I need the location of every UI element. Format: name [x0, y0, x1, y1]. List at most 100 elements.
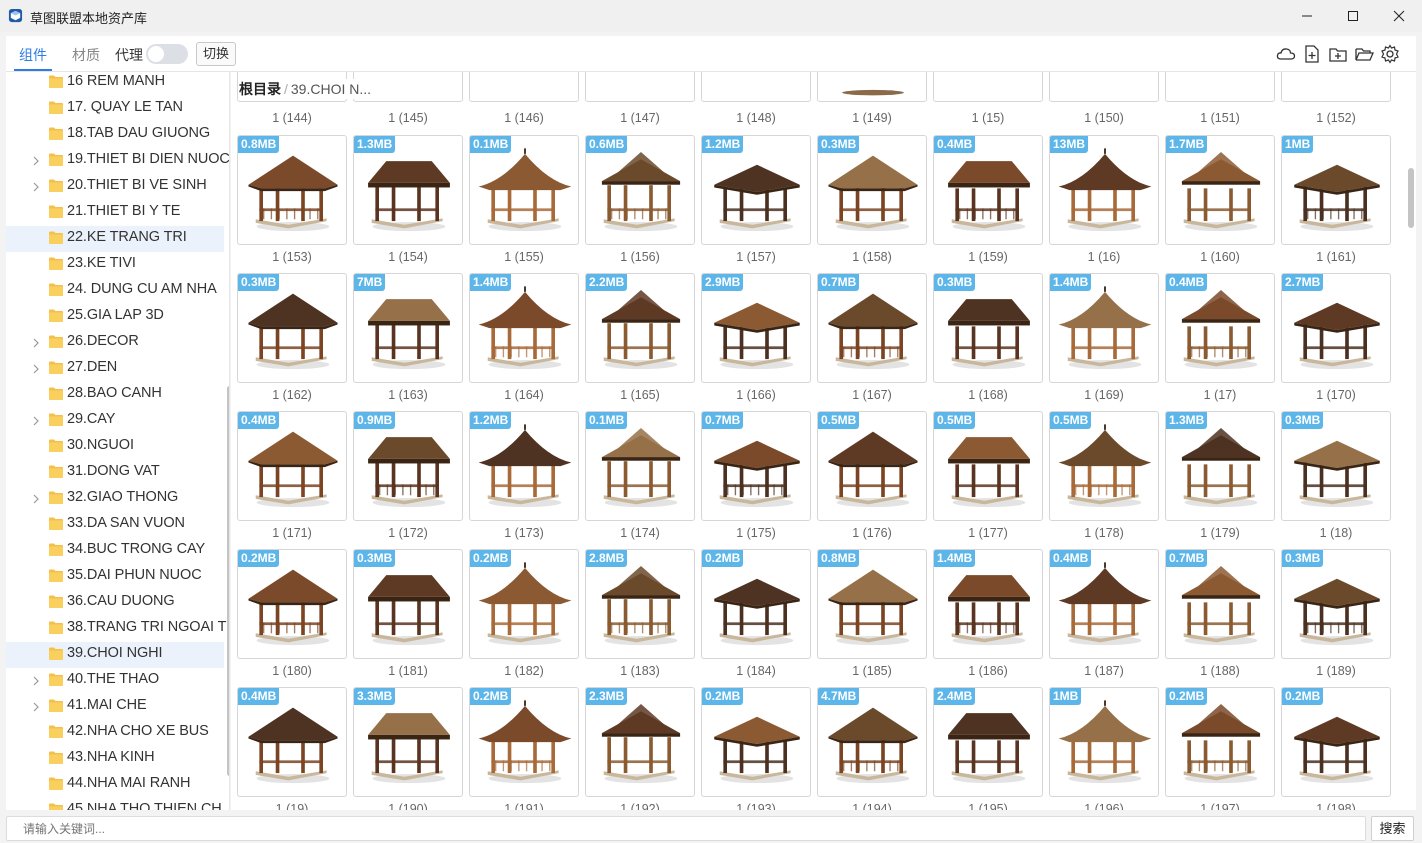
tree-item[interactable]: 42.NHA CHO XE BUS [6, 720, 224, 746]
asset-card[interactable] [1165, 72, 1275, 102]
asset-card[interactable]: 13MB [1049, 135, 1159, 245]
asset-card[interactable]: 1MB [1281, 135, 1391, 245]
tree-item[interactable]: 22.KE TRANG TRI [6, 226, 224, 252]
new-file-button[interactable] [1302, 44, 1322, 64]
asset-card[interactable]: 2.8MB [585, 549, 695, 659]
search-button[interactable]: 搜索 [1371, 816, 1414, 841]
chevron-right-icon[interactable] [32, 702, 40, 712]
tree-item[interactable]: 18.TAB DAU GIUONG [6, 122, 224, 148]
tree-item[interactable]: 27.DEN [6, 356, 224, 382]
asset-card[interactable]: 0.8MB [237, 135, 347, 245]
asset-card[interactable]: 1.4MB [933, 549, 1043, 659]
asset-card[interactable] [933, 72, 1043, 102]
asset-card[interactable]: 0.4MB [1049, 549, 1159, 659]
asset-card[interactable]: 0.5MB [817, 411, 927, 521]
tree-item[interactable]: 45.NHA THO THIEN CH [6, 798, 224, 810]
chevron-right-icon[interactable] [32, 494, 40, 504]
open-folder-button[interactable] [1354, 44, 1374, 64]
chevron-right-icon[interactable] [32, 416, 40, 426]
asset-card[interactable]: 2.2MB [585, 273, 695, 383]
asset-card[interactable] [585, 72, 695, 102]
chevron-right-icon[interactable] [32, 156, 40, 166]
asset-card[interactable]: 0.2MB [701, 549, 811, 659]
asset-card[interactable]: 0.6MB [585, 135, 695, 245]
tree-item[interactable]: 17. QUAY LE TAN [6, 96, 224, 122]
close-button[interactable] [1376, 0, 1422, 32]
asset-card[interactable]: 0.2MB [237, 549, 347, 659]
asset-card[interactable]: 0.4MB [237, 411, 347, 521]
switch-button[interactable]: 切换 [196, 42, 236, 66]
asset-card[interactable]: 2.9MB [701, 273, 811, 383]
asset-card[interactable] [701, 72, 811, 102]
asset-card[interactable]: 1.3MB [1165, 411, 1275, 521]
minimize-button[interactable] [1284, 0, 1330, 32]
asset-card[interactable]: 1.2MB [469, 411, 579, 521]
asset-card[interactable]: 0.3MB [817, 135, 927, 245]
chevron-right-icon[interactable] [32, 676, 40, 686]
asset-card[interactable]: 0.3MB [933, 273, 1043, 383]
settings-button[interactable] [1380, 44, 1400, 64]
tree-item[interactable]: 44.NHA MAI RANH [6, 772, 224, 798]
tree-item[interactable]: 30.NGUOI [6, 434, 224, 460]
asset-card[interactable]: 0.1MB [585, 411, 695, 521]
asset-card[interactable]: 0.4MB [1165, 273, 1275, 383]
new-folder-button[interactable] [1328, 44, 1348, 64]
tab-components[interactable]: 组件 [19, 45, 47, 65]
tree-item[interactable]: 36.CAU DUONG [6, 590, 224, 616]
tree-item[interactable]: 20.THIET BI VE SINH [6, 174, 224, 200]
tree-item[interactable]: 41.MAI CHE [6, 694, 224, 720]
asset-card[interactable]: 1.4MB [469, 273, 579, 383]
chevron-right-icon[interactable] [32, 182, 40, 192]
tree-item[interactable]: 33.DA SAN VUON [6, 512, 224, 538]
tree-item[interactable]: 19.THIET BI DIEN NUOC [6, 148, 229, 174]
asset-card[interactable] [1281, 72, 1391, 102]
tree-item[interactable]: 43.NHA KINH [6, 746, 224, 772]
tree-item[interactable]: 35.DAI PHUN NUOC [6, 564, 224, 590]
asset-card[interactable]: 0.3MB [353, 549, 463, 659]
tab-materials[interactable]: 材质 [72, 45, 100, 65]
tree-item[interactable]: 24. DUNG CU AM NHA [6, 278, 224, 304]
asset-card[interactable]: 0.3MB [1281, 549, 1391, 659]
chevron-right-icon[interactable] [32, 364, 40, 374]
grid-scrollbar[interactable] [1408, 168, 1414, 228]
asset-card[interactable]: 2.4MB [933, 687, 1043, 797]
tree-item[interactable]: 34.BUC TRONG CAY [6, 538, 224, 564]
asset-card[interactable]: 0.5MB [933, 411, 1043, 521]
asset-card[interactable] [1049, 72, 1159, 102]
asset-card[interactable]: 0.9MB [353, 411, 463, 521]
asset-card[interactable]: 0.4MB [237, 687, 347, 797]
asset-card[interactable]: 0.2MB [1165, 687, 1275, 797]
asset-card[interactable]: 0.2MB [469, 687, 579, 797]
proxy-toggle[interactable] [146, 44, 188, 64]
tree-item[interactable]: 28.BAO CANH [6, 382, 224, 408]
asset-card[interactable]: 2.3MB [585, 687, 695, 797]
tree-item[interactable]: 31.DONG VAT [6, 460, 224, 486]
asset-card[interactable] [817, 72, 927, 102]
asset-card[interactable]: 1.4MB [1049, 273, 1159, 383]
tree-item[interactable]: 40.THE THAO [6, 668, 224, 694]
asset-card[interactable]: 0.5MB [1049, 411, 1159, 521]
asset-card[interactable]: 0.3MB [1281, 411, 1391, 521]
asset-card[interactable]: 1.2MB [701, 135, 811, 245]
tree-item[interactable]: 39.CHOI NGHI [6, 642, 224, 668]
asset-card[interactable]: 0.3MB [237, 273, 347, 383]
tree-item[interactable]: 29.CAY [6, 408, 224, 434]
search-input[interactable] [6, 816, 1366, 841]
asset-card[interactable] [469, 72, 579, 102]
asset-card[interactable]: 0.7MB [701, 411, 811, 521]
tree-item[interactable]: 32.GIAO THONG [6, 486, 224, 512]
breadcrumb-root[interactable]: 根目录 [239, 81, 281, 97]
asset-card[interactable]: 7MB [353, 273, 463, 383]
asset-card[interactable]: 1.7MB [1165, 135, 1275, 245]
asset-card[interactable]: 0.1MB [469, 135, 579, 245]
asset-card[interactable]: 0.2MB [469, 549, 579, 659]
tree-item[interactable]: 26.DECOR [6, 330, 224, 356]
asset-card[interactable]: 3.3MB [353, 687, 463, 797]
asset-card[interactable]: 0.7MB [1165, 549, 1275, 659]
sidebar-scrollbar[interactable] [227, 386, 229, 776]
asset-card[interactable]: 0.4MB [933, 135, 1043, 245]
asset-card[interactable]: 1MB [1049, 687, 1159, 797]
asset-card[interactable]: 0.2MB [701, 687, 811, 797]
asset-card[interactable]: 0.2MB [1281, 687, 1391, 797]
asset-card[interactable]: 1.3MB [353, 135, 463, 245]
